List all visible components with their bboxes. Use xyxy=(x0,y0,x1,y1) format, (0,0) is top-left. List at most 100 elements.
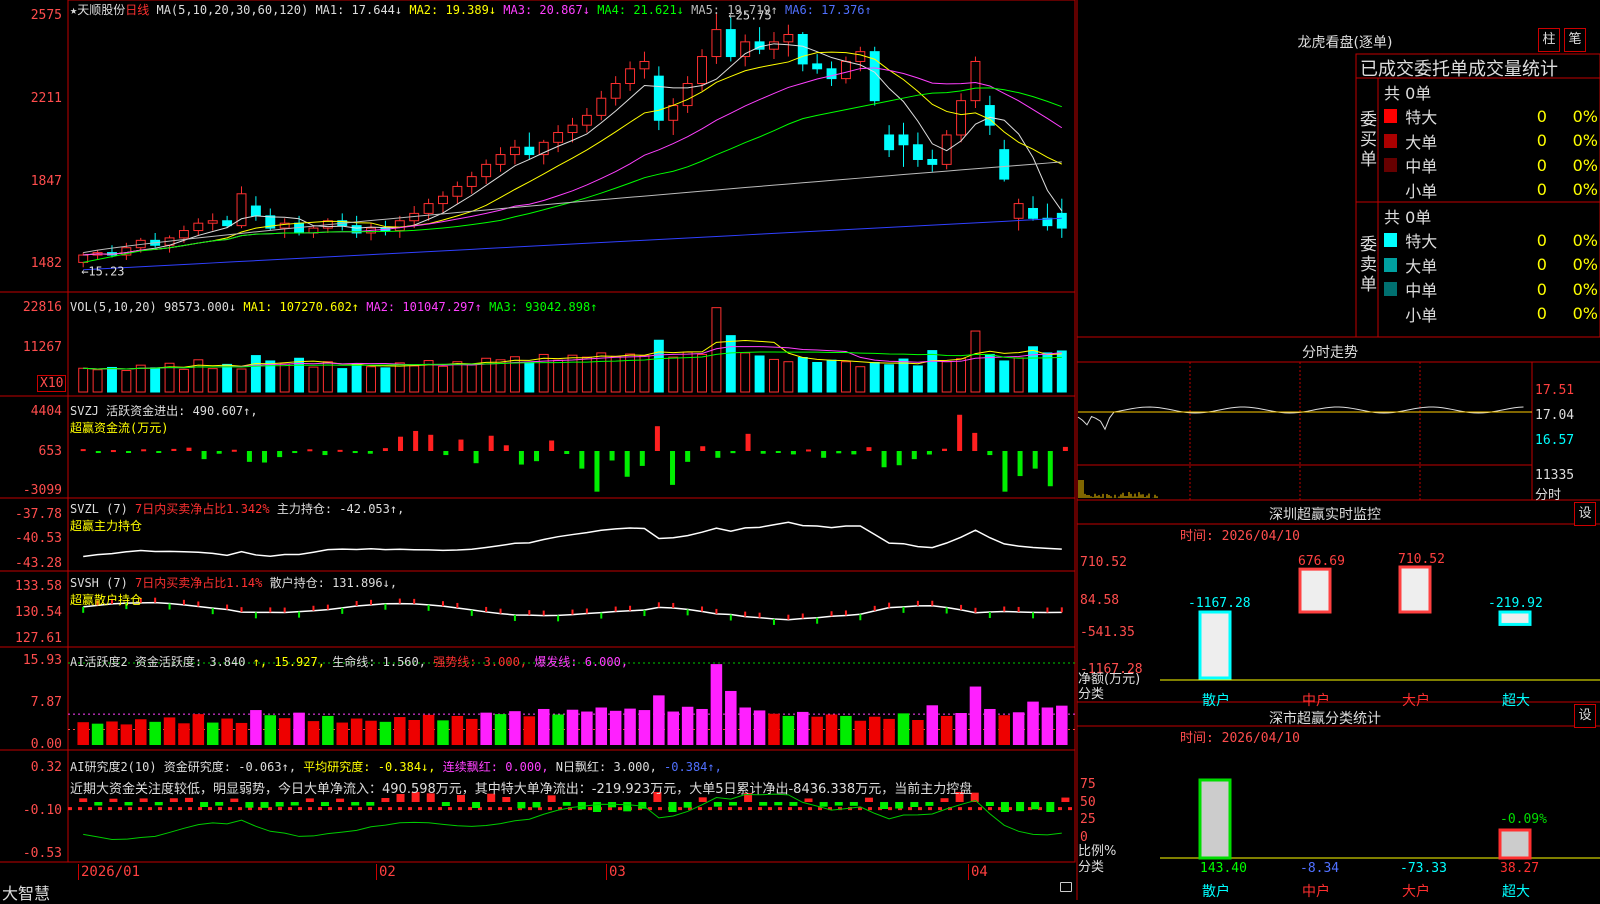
indicator-value: MA3: 93042.898↑ xyxy=(489,300,597,314)
axis-label: 25 xyxy=(1080,812,1178,827)
volume-bar xyxy=(79,368,88,392)
volume-bar xyxy=(913,366,922,392)
kline-header: ★天顺股份日线 MA(5,10,20,30,60,120) MA1: 17.64… xyxy=(70,1,872,18)
axis-label: 16.57 xyxy=(1535,433,1600,448)
stock-name: ★天顺股份 xyxy=(70,3,125,17)
activity-bar xyxy=(667,712,679,745)
activity-bar xyxy=(552,714,564,745)
activity-bar xyxy=(351,719,363,745)
activity-bar xyxy=(135,719,147,745)
activity-bar xyxy=(725,691,737,745)
indicator-value: ↑, 15.927, xyxy=(253,655,332,669)
activity-bar xyxy=(927,705,939,745)
order-pct: 0% xyxy=(1547,231,1598,250)
research-bar xyxy=(820,802,828,807)
research-bar xyxy=(276,802,284,807)
indicator-value: MA1: 17.644↓ xyxy=(315,3,409,17)
svsh-ratio: 7日内买卖净占比1.14% xyxy=(135,576,262,590)
activity-bar xyxy=(149,722,161,745)
order-type-label: 大单 xyxy=(1405,129,1500,153)
candle-body xyxy=(827,69,836,79)
intraday-price-line xyxy=(1078,407,1524,429)
research-bar xyxy=(880,802,888,809)
svzl-header: SVZL (7) 7日内买卖净占比1.342% 主力持仓: -42.053↑, … xyxy=(70,500,404,534)
axis-label: 15.93 xyxy=(0,653,62,668)
research-bar xyxy=(125,802,133,805)
flow-bar xyxy=(715,451,720,458)
indicator-value: AI活跃度2 资金活跃度: 3.840 xyxy=(70,655,253,669)
svsh-value: 散户持仓: 131.896↓, xyxy=(270,576,397,590)
order-count: 0 xyxy=(1500,280,1547,299)
lock-icon[interactable] xyxy=(1060,882,1072,892)
candle-body xyxy=(597,98,606,115)
volume-bar xyxy=(338,369,347,392)
activity-bar xyxy=(797,712,809,745)
order-row: 小单 0 0% xyxy=(1384,178,1598,202)
research-bar xyxy=(155,802,163,805)
flow-bar xyxy=(534,451,539,461)
candle-body xyxy=(611,84,620,99)
research-bar xyxy=(789,802,797,806)
candle-body xyxy=(510,147,519,154)
indicator-value: MA1: 107270.602↑ xyxy=(243,300,366,314)
candle-body xyxy=(568,125,577,132)
classify-value: -8.34 xyxy=(1300,861,1339,876)
svsh-line2: 超赢散户持仓 xyxy=(70,591,397,608)
indicator-value: 连续飘红: 0.000, xyxy=(443,760,556,774)
volume-bar xyxy=(395,363,404,392)
period-label[interactable]: 日线 xyxy=(125,3,149,17)
axis-label: -40.53 xyxy=(0,531,62,546)
activity-bar xyxy=(236,723,248,745)
volume-bar xyxy=(1000,361,1009,392)
volume-bar xyxy=(367,367,376,392)
classify-value: 38.27 xyxy=(1500,861,1539,876)
monitor-category: 超大 xyxy=(1502,693,1530,709)
volume-bar xyxy=(1029,347,1038,392)
flow-bar xyxy=(413,431,418,451)
indicator-value: N日飘红: 3.000, xyxy=(556,760,664,774)
order-type-label: 中单 xyxy=(1405,277,1500,301)
axis-label: 130.54 xyxy=(0,605,62,620)
flow-bar xyxy=(1063,447,1068,451)
vol-header: VOL(5,10,20) 98573.000↓ MA1: 107270.602↑… xyxy=(70,300,597,314)
app-logo[interactable]: 大智慧 xyxy=(2,880,50,904)
tab-tick-view[interactable]: 笔 xyxy=(1564,28,1586,52)
flow-bar xyxy=(655,426,660,451)
svzj-line1: SVZJ 活跃资金进出: 490.607↑, xyxy=(70,402,258,419)
axis-label: -43.28 xyxy=(0,556,62,571)
candle-body xyxy=(841,61,850,78)
volume-bar xyxy=(813,362,822,392)
research-bar xyxy=(140,798,148,802)
order-type-label: 小单 xyxy=(1405,178,1500,202)
volume-bar xyxy=(726,336,735,392)
research-bar xyxy=(1001,802,1009,812)
activity-bar xyxy=(250,710,262,745)
classify-value: 143.40 xyxy=(1200,861,1247,876)
color-swatch xyxy=(1384,158,1397,172)
order-count: 0 xyxy=(1500,231,1547,250)
activity-bar xyxy=(193,714,205,745)
flow-bar xyxy=(987,451,992,455)
flow-bar xyxy=(141,449,146,451)
tab-bar-view[interactable]: 柱 xyxy=(1538,28,1560,52)
volume-bar xyxy=(741,353,750,392)
activity-bar xyxy=(567,710,579,745)
monitor-category: 中户 xyxy=(1302,692,1330,709)
research-bar xyxy=(623,802,631,811)
axis-label: 11267 xyxy=(0,340,62,355)
activity-bar xyxy=(610,711,622,745)
candle-body xyxy=(496,155,505,165)
candle-body xyxy=(683,84,692,106)
svzl-label: SVZL (7) xyxy=(70,502,128,516)
axis-label: 0.00 xyxy=(0,737,62,752)
volume-bar xyxy=(323,362,332,392)
indicator-value: MA2: 19.389↓ xyxy=(409,3,503,17)
volume-bar xyxy=(251,356,260,392)
activity-bar xyxy=(783,716,795,745)
order-type-label: 中单 xyxy=(1405,153,1500,177)
volume-bar xyxy=(496,360,505,392)
activity-bar xyxy=(596,707,608,745)
classify-settings-button[interactable]: 设 xyxy=(1574,704,1596,728)
research-bar xyxy=(200,802,208,807)
monitor-settings-button[interactable]: 设 xyxy=(1574,502,1596,526)
